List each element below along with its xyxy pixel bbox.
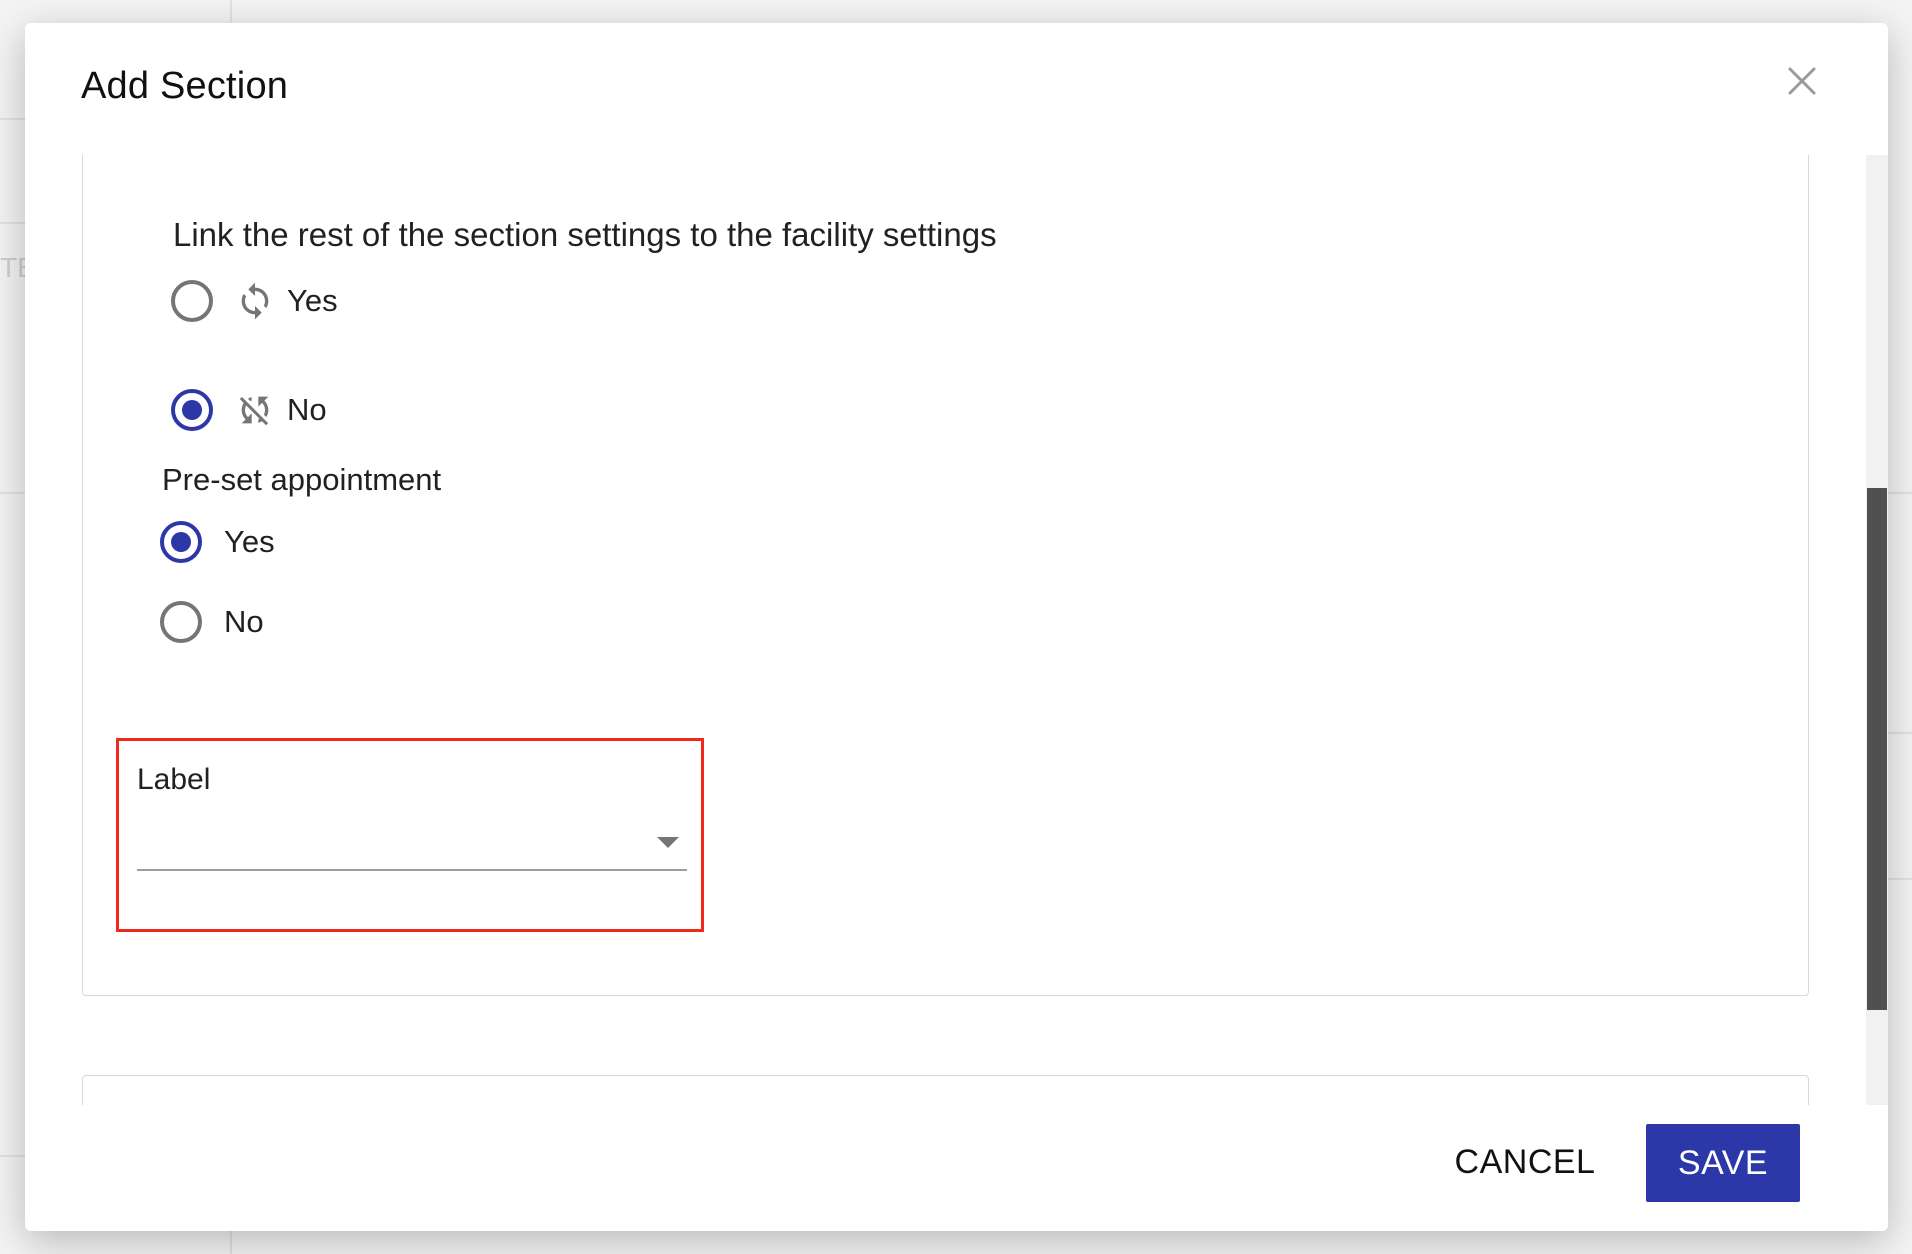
preset-appointment-question: Pre-set appointment	[162, 462, 442, 497]
link-settings-no-radio[interactable]	[171, 389, 213, 431]
sync-icon	[241, 282, 269, 320]
link-settings-no-label: No	[287, 392, 327, 427]
preset-appointment-no-option[interactable]: No	[160, 601, 264, 643]
preset-appointment-yes-option[interactable]: Yes	[160, 521, 275, 563]
sync-disabled-icon	[239, 396, 269, 426]
preset-appointment-yes-label: Yes	[224, 524, 275, 559]
preset-appointment-no-radio[interactable]	[160, 601, 202, 643]
link-settings-yes-label: Yes	[287, 283, 338, 318]
dialog-content-scroll[interactable]: Link the rest of the section settings to…	[25, 155, 1888, 1105]
dialog-footer: CANCEL SAVE	[25, 1105, 1888, 1231]
preset-appointment-yes-radio[interactable]	[160, 521, 202, 563]
label-field-label: Label	[137, 763, 211, 796]
link-settings-no-option[interactable]: No	[171, 389, 327, 431]
close-icon	[1788, 67, 1816, 95]
dialog-scrollbar-thumb[interactable]	[1867, 488, 1887, 1010]
link-settings-yes-option[interactable]: Yes	[171, 280, 338, 322]
next-section-card	[82, 1075, 1809, 1105]
link-settings-question: Link the rest of the section settings to…	[173, 216, 997, 253]
chevron-down-icon	[657, 837, 679, 848]
close-button[interactable]	[1780, 59, 1824, 103]
link-settings-yes-radio[interactable]	[171, 280, 213, 322]
cancel-button[interactable]: CANCEL	[1425, 1123, 1625, 1201]
preset-appointment-no-label: No	[224, 604, 264, 639]
save-button[interactable]: SAVE	[1646, 1124, 1800, 1202]
label-select[interactable]	[137, 811, 687, 871]
add-section-dialog: Add Section Link the rest of the section…	[25, 23, 1888, 1231]
dialog-title: Add Section	[81, 65, 289, 107]
